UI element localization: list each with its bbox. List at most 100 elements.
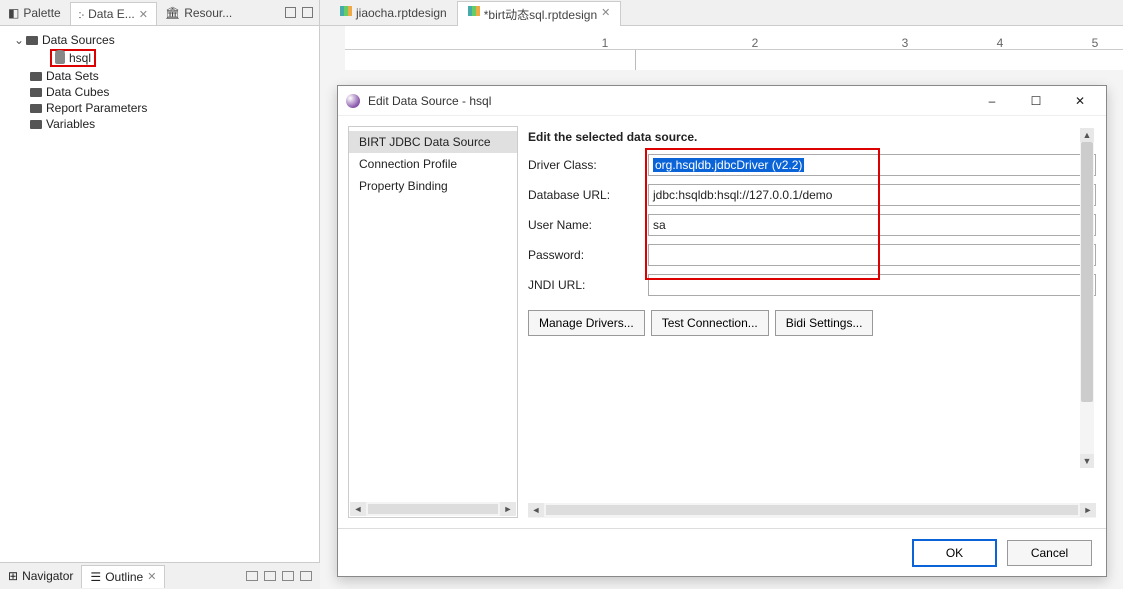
folder-icon bbox=[26, 36, 38, 45]
minimize-icon[interactable] bbox=[282, 571, 294, 581]
test-connection-button[interactable]: Test Connection... bbox=[651, 310, 769, 336]
ruler-mark: 4 bbox=[997, 36, 1004, 50]
window-close-button[interactable]: ✕ bbox=[1062, 87, 1098, 115]
form-vertical-scrollbar[interactable]: ▲ ▼ bbox=[1080, 128, 1094, 468]
tab-data-explorer[interactable]: ჻ Data E... ✕ bbox=[70, 2, 157, 25]
tree-label: Data Sets bbox=[46, 69, 99, 83]
data-icon: ჻ bbox=[79, 7, 84, 21]
dialog-title: Edit Data Source - hsql bbox=[368, 94, 966, 108]
tree-node-data-cubes[interactable]: Data Cubes bbox=[4, 84, 315, 100]
panel-toolbar bbox=[285, 7, 319, 18]
tree-label: hsql bbox=[69, 51, 91, 65]
navigator-icon: ⊞ bbox=[8, 569, 18, 583]
tree-node-hsql[interactable]: hsql bbox=[4, 48, 315, 68]
data-tree: ⌄ Data Sources hsql Data Sets Data Cubes… bbox=[0, 26, 319, 138]
window-maximize-button[interactable]: ☐ bbox=[1018, 87, 1054, 115]
tab-label: jiaocha.rptdesign bbox=[356, 6, 447, 20]
left-tab-strip: ◧ Palette ჻ Data E... ✕ 🏛 Resour... bbox=[0, 0, 319, 26]
scroll-left-icon[interactable]: ◄ bbox=[528, 503, 544, 517]
scroll-thumb[interactable] bbox=[546, 505, 1078, 515]
sidebar-item-property-binding[interactable]: Property Binding bbox=[349, 175, 517, 197]
folder-icon bbox=[30, 104, 42, 113]
form-scrollbar[interactable]: ◄ ► bbox=[528, 503, 1096, 518]
input-password[interactable] bbox=[648, 244, 1096, 266]
palette-icon: ◧ bbox=[8, 6, 19, 20]
sidebar-item-connection-profile[interactable]: Connection Profile bbox=[349, 153, 517, 175]
sidebar-item-jdbc[interactable]: BIRT JDBC Data Source bbox=[349, 131, 517, 153]
sidebar-scrollbar[interactable]: ◄ ► bbox=[350, 502, 516, 516]
ruler-mark: 5 bbox=[1092, 36, 1099, 50]
bottom-toolbar bbox=[246, 571, 320, 581]
tree-label: Data Cubes bbox=[46, 85, 109, 99]
label-driver-class: Driver Class: bbox=[528, 158, 638, 172]
cancel-button[interactable]: Cancel bbox=[1007, 540, 1092, 566]
edit-data-source-dialog: Edit Data Source - hsql – ☐ ✕ BIRT JDBC … bbox=[337, 85, 1107, 577]
resource-icon: 🏛 bbox=[165, 6, 180, 20]
tab-label: Data E... bbox=[88, 7, 135, 21]
tree-node-variables[interactable]: Variables bbox=[4, 116, 315, 132]
tab-label: *birt动态sql.rptdesign bbox=[484, 6, 597, 23]
scroll-left-icon[interactable]: ◄ bbox=[350, 502, 366, 516]
folder-icon bbox=[30, 72, 42, 81]
close-icon[interactable]: ✕ bbox=[139, 8, 148, 21]
input-value: org.hsqldb.jdbcDriver (v2.2) bbox=[653, 158, 804, 172]
label-password: Password: bbox=[528, 248, 638, 262]
view-icon-1[interactable] bbox=[246, 571, 258, 581]
scroll-right-icon[interactable]: ► bbox=[500, 502, 516, 516]
dialog-titlebar[interactable]: Edit Data Source - hsql – ☐ ✕ bbox=[338, 86, 1106, 116]
scroll-thumb[interactable] bbox=[1081, 142, 1093, 402]
close-icon[interactable]: ✕ bbox=[147, 570, 156, 584]
tree-node-data-sets[interactable]: Data Sets bbox=[4, 68, 315, 84]
window-minimize-button[interactable]: – bbox=[974, 87, 1010, 115]
label-user-name: User Name: bbox=[528, 218, 638, 232]
folder-icon bbox=[30, 88, 42, 97]
horizontal-ruler: 1 2 3 4 5 bbox=[345, 26, 1123, 50]
editor-tab-birt-sql[interactable]: *birt动态sql.rptdesign ✕ bbox=[457, 1, 622, 27]
database-icon bbox=[55, 52, 65, 64]
hsql-highlighted: hsql bbox=[50, 49, 96, 67]
eclipse-icon bbox=[346, 94, 360, 108]
outline-icon: ☰ bbox=[90, 570, 101, 584]
ok-button[interactable]: OK bbox=[912, 539, 997, 567]
scroll-down-icon[interactable]: ▼ bbox=[1080, 454, 1094, 468]
tab-outline[interactable]: ☰ Outline ✕ bbox=[81, 565, 165, 588]
dialog-form: Edit the selected data source. Driver Cl… bbox=[528, 126, 1096, 518]
folder-icon bbox=[30, 120, 42, 129]
bottom-left-panel: ⊞ Navigator ☰ Outline ✕ bbox=[0, 562, 320, 589]
tab-resource-explorer[interactable]: 🏛 Resour... bbox=[157, 2, 241, 24]
tab-label: Navigator bbox=[22, 569, 73, 583]
scroll-right-icon[interactable]: ► bbox=[1080, 503, 1096, 517]
tree-label: Data Sources bbox=[42, 33, 115, 47]
caret-icon: ⌄ bbox=[14, 33, 22, 47]
tree-node-data-sources[interactable]: ⌄ Data Sources bbox=[4, 32, 315, 48]
minimize-icon[interactable] bbox=[285, 7, 296, 18]
dialog-body: BIRT JDBC Data Source Connection Profile… bbox=[338, 116, 1106, 528]
editor-tab-jiaocha[interactable]: jiaocha.rptdesign bbox=[330, 2, 457, 24]
tree-label: Report Parameters bbox=[46, 101, 147, 115]
scroll-thumb[interactable] bbox=[368, 504, 498, 514]
button-row: Manage Drivers... Test Connection... Bid… bbox=[528, 310, 1096, 336]
maximize-icon[interactable] bbox=[302, 7, 313, 18]
input-driver-class[interactable]: org.hsqldb.jdbcDriver (v2.2) bbox=[648, 154, 1096, 176]
editor-tab-strip: jiaocha.rptdesign *birt动态sql.rptdesign ✕ bbox=[320, 0, 1123, 26]
scroll-up-icon[interactable]: ▲ bbox=[1080, 128, 1094, 142]
report-icon bbox=[468, 6, 480, 16]
tree-label: Variables bbox=[46, 117, 95, 131]
tab-label: Outline bbox=[105, 570, 143, 584]
tree-node-report-parameters[interactable]: Report Parameters bbox=[4, 100, 315, 116]
manage-drivers-button[interactable]: Manage Drivers... bbox=[528, 310, 645, 336]
tab-navigator[interactable]: ⊞ Navigator bbox=[0, 565, 81, 587]
close-icon[interactable]: ✕ bbox=[601, 6, 610, 23]
dialog-sidebar: BIRT JDBC Data Source Connection Profile… bbox=[348, 126, 518, 518]
label-jndi-url: JNDI URL: bbox=[528, 278, 638, 292]
input-jndi-url[interactable] bbox=[648, 274, 1096, 296]
bidi-settings-button[interactable]: Bidi Settings... bbox=[775, 310, 874, 336]
input-database-url[interactable]: jdbc:hsqldb:hsql://127.0.0.1/demo bbox=[648, 184, 1096, 206]
input-user-name[interactable]: sa bbox=[648, 214, 1096, 236]
view-icon-2[interactable] bbox=[264, 571, 276, 581]
tab-palette[interactable]: ◧ Palette bbox=[0, 2, 70, 24]
dialog-footer: OK Cancel bbox=[338, 528, 1106, 576]
section-title: Edit the selected data source. bbox=[528, 126, 1096, 154]
label-database-url: Database URL: bbox=[528, 188, 638, 202]
maximize-icon[interactable] bbox=[300, 571, 312, 581]
